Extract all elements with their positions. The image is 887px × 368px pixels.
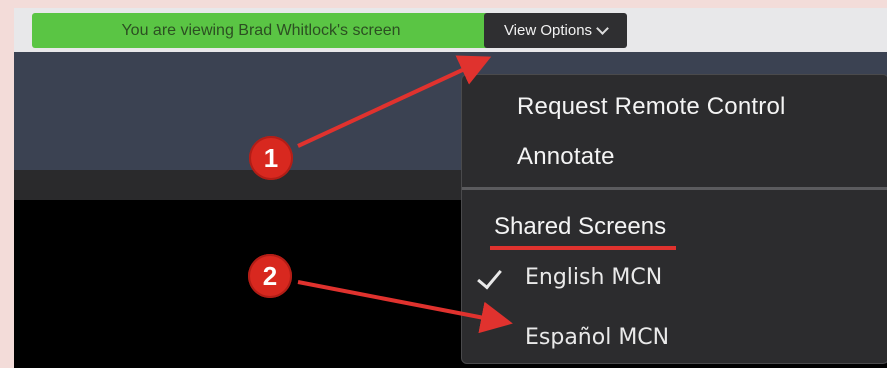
chevron-down-icon <box>596 22 609 35</box>
view-options-button[interactable]: View Options <box>484 13 627 48</box>
callout-badge-2: 2 <box>248 254 292 298</box>
view-options-label: View Options <box>503 22 593 39</box>
highlight-underline <box>490 246 676 250</box>
shared-screen-option-english[interactable]: English MCN <box>525 265 662 290</box>
shared-screen-option-espanol[interactable]: Español MCN <box>525 325 669 350</box>
shared-screens-heading: Shared Screens <box>494 213 667 240</box>
view-options-menu: Request Remote Control Annotate Shared S… <box>461 74 887 364</box>
menu-divider <box>462 187 887 190</box>
screen-share-frame: You are viewing Brad Whitlock's screen V… <box>14 8 887 368</box>
banner-text: You are viewing Brad Whitlock's screen <box>121 21 401 39</box>
menu-item-request-remote-control[interactable]: Request Remote Control <box>517 93 786 121</box>
menu-item-annotate[interactable]: Annotate <box>517 143 615 171</box>
viewing-screen-banner: You are viewing Brad Whitlock's screen <box>32 13 490 48</box>
checkmark-icon <box>477 263 502 290</box>
callout-badge-1: 1 <box>249 136 293 180</box>
